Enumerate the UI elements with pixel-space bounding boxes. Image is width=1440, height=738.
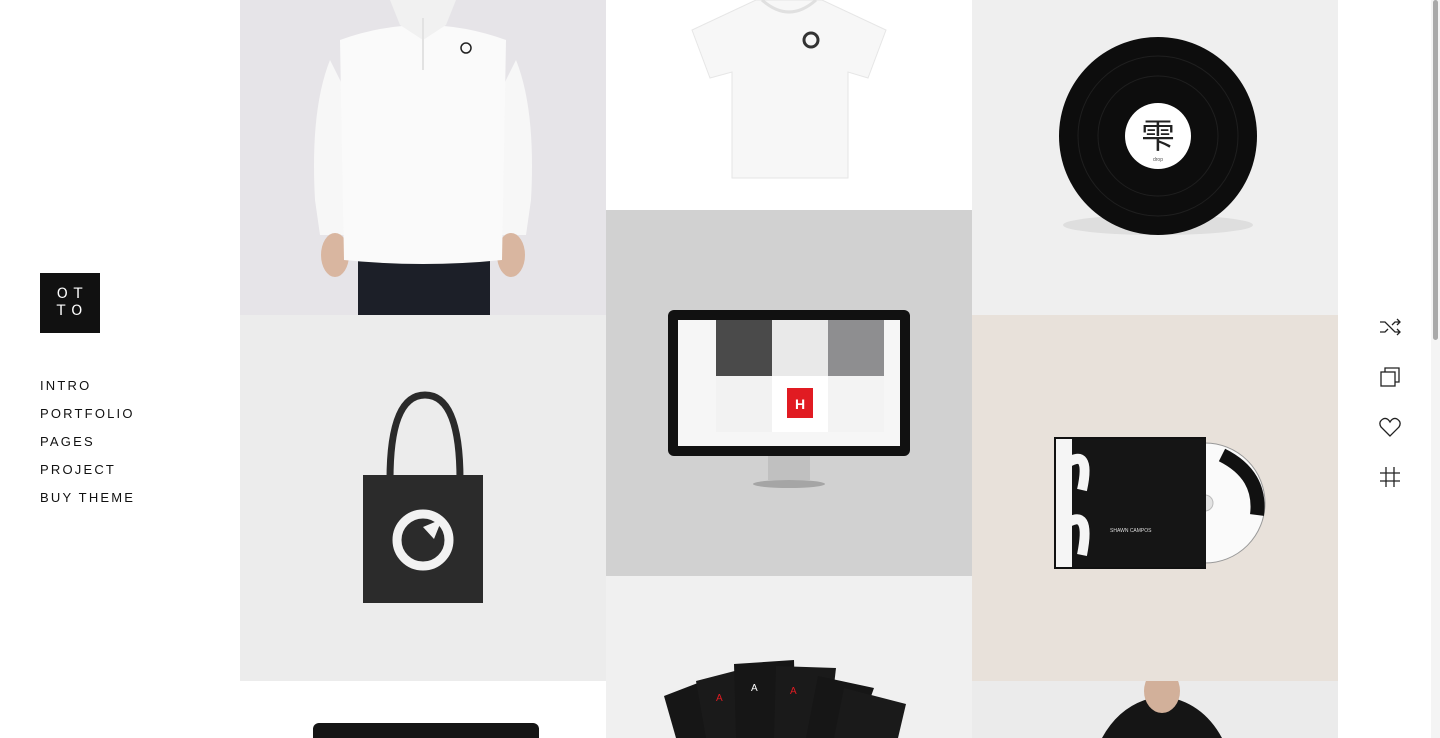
- nav-item-buy-theme[interactable]: BUY THEME: [40, 490, 135, 518]
- business-card-image: [313, 723, 539, 738]
- cd-case-image: SHAWN CAMPOS: [1054, 437, 1266, 569]
- scrollbar-thumb[interactable]: [1433, 0, 1438, 340]
- record-label-sub: drop: [1153, 157, 1163, 163]
- logo-line-2: TO: [56, 303, 89, 319]
- polo-shirt-image: [314, 0, 532, 315]
- nav-item-portfolio[interactable]: PORTFOLIO: [40, 406, 135, 434]
- main-nav: INTRO PORTFOLIO PAGES PROJECT BUY THEME: [40, 378, 135, 518]
- portfolio-item-tshirt[interactable]: [606, 0, 972, 210]
- logo[interactable]: OT TO: [40, 273, 100, 333]
- portfolio-item-cd-case[interactable]: SHAWN CAMPOS: [972, 315, 1338, 681]
- svg-text:A: A: [751, 683, 758, 694]
- copy-icon[interactable]: [1376, 363, 1404, 391]
- tshirt-image: [691, 0, 887, 179]
- portfolio-item-monitor[interactable]: H: [606, 210, 972, 576]
- heart-icon[interactable]: [1376, 413, 1404, 441]
- nav-item-project[interactable]: PROJECT: [40, 462, 135, 490]
- monitor-image: H: [668, 310, 910, 488]
- portfolio-item-business-card[interactable]: [240, 681, 606, 738]
- portfolio-item-hoodie-model[interactable]: [972, 681, 1338, 738]
- logo-line-1: OT: [56, 286, 89, 302]
- playing-cards-image: A A A: [664, 660, 906, 738]
- nav-item-pages[interactable]: PAGES: [40, 434, 135, 462]
- svg-text:A: A: [790, 686, 797, 697]
- vinyl-record-image: 雫 drop: [1059, 37, 1257, 235]
- hashtag-icon[interactable]: [1376, 463, 1404, 491]
- portfolio-item-tote-bag[interactable]: [240, 315, 606, 681]
- cd-case-text: SHAWN CAMPOS: [1110, 528, 1152, 534]
- svg-text:A: A: [716, 693, 723, 704]
- nav-item-intro[interactable]: INTRO: [40, 378, 135, 406]
- shuffle-icon[interactable]: [1376, 313, 1404, 341]
- record-label-char: 雫: [1141, 117, 1175, 157]
- hoodie-model-image: [1102, 681, 1222, 738]
- tote-bag-image: [363, 391, 483, 603]
- portfolio-item-polo-shirt[interactable]: [240, 0, 606, 315]
- portfolio-item-vinyl-record[interactable]: 雫 drop: [972, 0, 1338, 315]
- screen-badge: H: [795, 396, 805, 412]
- portfolio-item-playing-cards[interactable]: A A A: [606, 576, 972, 738]
